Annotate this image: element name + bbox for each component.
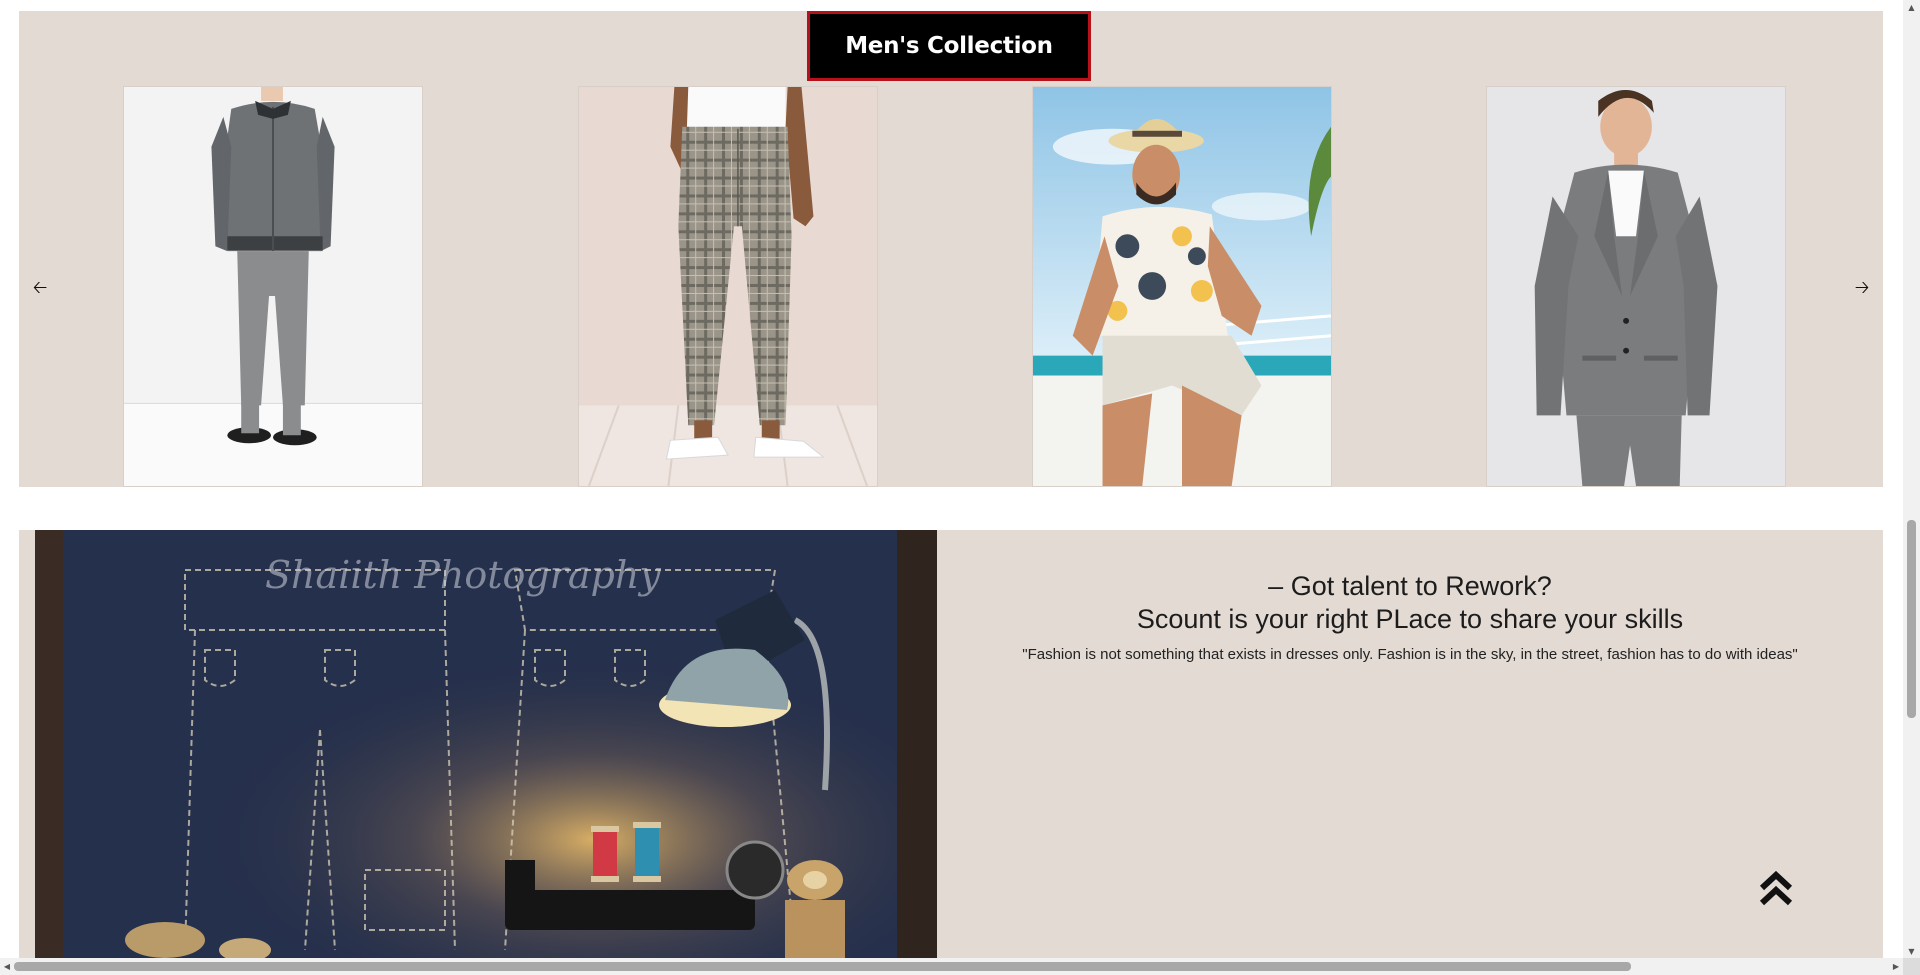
carousel-prev-button[interactable]: 🡠 — [24, 274, 56, 306]
vertical-scrollbar[interactable]: ▲ ▼ — [1903, 0, 1920, 958]
watermark-text: Shaiith Photography — [265, 553, 661, 597]
talent-heading-line2: Scount is your right PLace to share your… — [1136, 604, 1684, 634]
product-card[interactable] — [578, 86, 878, 487]
arrow-left-icon: 🡠 — [32, 277, 48, 298]
arrow-right-icon: 🡢 — [1854, 277, 1870, 298]
horizontal-scroll-thumb[interactable] — [14, 962, 1631, 971]
scrollbar-corner — [1903, 958, 1920, 975]
collection-title: Men's Collection — [807, 11, 1091, 81]
sewing-photo: Shaiith Photography — [35, 530, 937, 960]
mens-collection-section: Men's Collection 🡠 🡢 — [19, 11, 1883, 487]
horizontal-scrollbar[interactable]: ◀ ▶ — [0, 958, 1903, 975]
product-card[interactable] — [1032, 86, 1332, 487]
product-image-tropical-shirt — [1033, 87, 1331, 486]
carousel-next-button[interactable]: 🡢 — [1846, 274, 1878, 306]
vertical-scroll-thumb[interactable] — [1907, 520, 1916, 718]
scroll-right-arrow-icon[interactable]: ▶ — [1889, 958, 1903, 975]
product-card[interactable] — [123, 86, 423, 487]
double-chevron-up-icon — [1759, 870, 1793, 906]
scroll-up-arrow-icon[interactable]: ▲ — [1903, 0, 1920, 14]
sewing-workshop-image: Shaiith Photography — [35, 530, 937, 960]
talent-text-block: – Got talent to Rework? Scount is your r… — [937, 570, 1883, 663]
talent-heading-line1: – Got talent to Rework? — [1268, 571, 1552, 601]
fashion-quote: "Fashion is not something that exists in… — [1022, 646, 1798, 663]
product-image-plaid-trousers — [579, 87, 877, 486]
product-card[interactable] — [1486, 86, 1786, 487]
back-to-top-button[interactable] — [1758, 868, 1794, 908]
product-image-grey-suit — [1487, 87, 1785, 486]
page: Men's Collection 🡠 🡢 Shaiith Photography… — [0, 0, 1920, 975]
scroll-left-arrow-icon[interactable]: ◀ — [0, 958, 14, 975]
talent-section: Shaiith Photography – Got talent to Rewo… — [19, 530, 1883, 960]
scroll-down-arrow-icon[interactable]: ▼ — [1903, 944, 1920, 958]
product-image-grey-bomber-outfit — [124, 87, 422, 486]
